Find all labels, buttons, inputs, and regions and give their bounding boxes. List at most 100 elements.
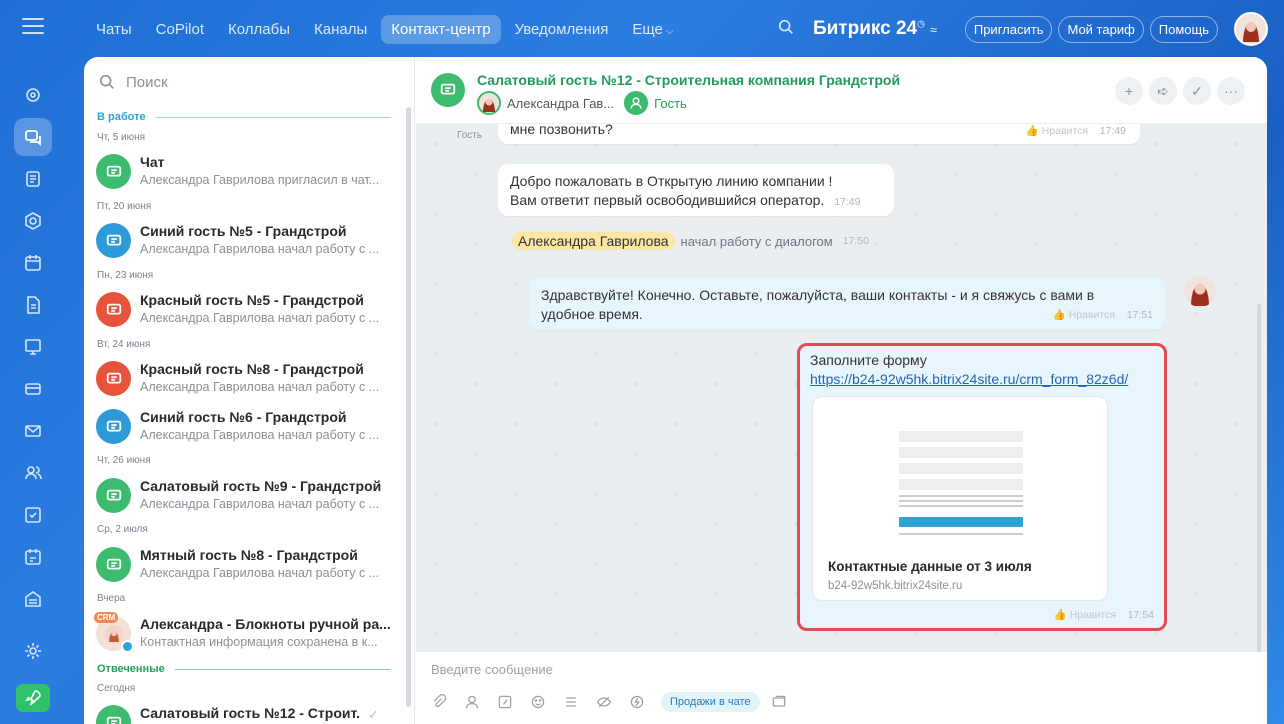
tab-contact-center[interactable]: Контакт-центр bbox=[381, 14, 501, 44]
form-icon[interactable] bbox=[496, 693, 514, 711]
like-label: Нравится bbox=[1041, 125, 1089, 137]
link-preview-card[interactable]: Контактные данные от 3 июля b24-92w5hk.b… bbox=[812, 396, 1108, 601]
read-check-icon: ✓ bbox=[368, 707, 379, 722]
lightning-icon[interactable] bbox=[628, 693, 646, 711]
like-button[interactable]: 👍 Нравится bbox=[1054, 609, 1116, 621]
chat-avatar bbox=[96, 223, 131, 258]
chat-subtitle: Александра Гаврилова начал работу с ... bbox=[140, 497, 380, 511]
message-composer: Введите сообщение Продажи в чате bbox=[416, 652, 1267, 724]
message-bubble: Здравствуйте! Конечно. Оставьте, пожалуй… bbox=[529, 278, 1165, 330]
top-navigation: Чаты CoPilot Коллабы Каналы Контакт-цент… bbox=[86, 12, 1268, 46]
chat-scrollbar[interactable] bbox=[1257, 304, 1261, 652]
search-field[interactable]: Поиск bbox=[98, 73, 168, 91]
chat-list-item[interactable]: Мятный гость №8 - Грандстрой Александра … bbox=[96, 545, 396, 585]
section-in-work-label: В работе bbox=[97, 111, 146, 123]
emoji-icon[interactable] bbox=[529, 693, 547, 711]
chat-list-item[interactable]: Красный гость №5 - Грандстрой Александра… bbox=[96, 290, 396, 330]
booking-icon[interactable] bbox=[14, 538, 52, 576]
chat-list-item[interactable]: Красный гость №8 - Грандстрой Александра… bbox=[96, 359, 396, 399]
operator-name[interactable]: Александра Гав... bbox=[507, 96, 614, 111]
like-button[interactable]: 👍 Нравится bbox=[1026, 125, 1088, 137]
guest-avatar[interactable] bbox=[624, 91, 649, 115]
add-participant-icon[interactable]: + bbox=[1115, 77, 1143, 105]
employees-icon[interactable] bbox=[14, 454, 52, 492]
message-input[interactable]: Введите сообщение bbox=[431, 662, 553, 677]
clock-icon: ◷ bbox=[917, 18, 925, 29]
tab-notifications[interactable]: Уведомления bbox=[505, 15, 619, 44]
panel-icon[interactable] bbox=[770, 693, 788, 711]
chat-list-item[interactable]: CRM Александра - Блокноты ручной ра... К… bbox=[94, 612, 396, 654]
sales-in-chat-button[interactable]: Продажи в чате bbox=[661, 692, 760, 712]
like-button[interactable]: 👍 Нравится bbox=[1053, 309, 1115, 321]
date-label: Пн, 23 июня bbox=[97, 270, 154, 281]
chat-bubble-icon bbox=[106, 372, 121, 383]
chat-avatar bbox=[96, 361, 131, 396]
date-label: Чт, 26 июня bbox=[97, 455, 151, 466]
brand-logo[interactable]: Битрикс 24◷ ≈ bbox=[813, 18, 937, 40]
documents-icon[interactable] bbox=[14, 286, 52, 324]
hidden-message-icon[interactable] bbox=[595, 693, 613, 711]
crm-icon[interactable] bbox=[14, 202, 52, 240]
chat-title: Красный гость №8 - Грандстрой bbox=[140, 361, 364, 377]
sites-icon[interactable] bbox=[14, 328, 52, 366]
calendar-icon[interactable] bbox=[14, 244, 52, 282]
preview-url: b24-92w5hk.bitrix24site.ru bbox=[828, 580, 963, 592]
tasks-icon[interactable] bbox=[14, 496, 52, 534]
message-time: 17:50 bbox=[842, 235, 869, 247]
chat-list-item[interactable]: Салатовый гость №12 - Строит... ✓ bbox=[96, 703, 396, 724]
search-icon[interactable] bbox=[777, 18, 795, 41]
tab-collabs[interactable]: Коллабы bbox=[218, 15, 300, 44]
attach-icon[interactable] bbox=[430, 693, 448, 711]
settings-icon[interactable] bbox=[14, 632, 52, 670]
quick-answers-icon[interactable] bbox=[562, 693, 580, 711]
user-avatar[interactable] bbox=[1234, 12, 1268, 46]
chat-title: Мятный гость №8 - Грандстрой bbox=[140, 547, 358, 563]
tab-chats[interactable]: Чаты bbox=[86, 15, 142, 44]
main-panel: Поиск В работе Чт, 5 июня Чат Александра… bbox=[84, 57, 1267, 724]
tariff-button[interactable]: Мой тариф bbox=[1058, 15, 1144, 43]
chat-subtitle: Александра Гаврилова начал работу с ... bbox=[140, 242, 380, 256]
chat-list-item[interactable]: Чат Александра Гаврилова пригласил в чат… bbox=[96, 152, 396, 192]
operator-avatar[interactable] bbox=[1184, 275, 1216, 307]
message-time: 17:49 bbox=[834, 196, 861, 208]
invite-button[interactable]: Пригласить bbox=[964, 15, 1053, 43]
message-time: 17:51 bbox=[1126, 309, 1153, 321]
person-photo-icon bbox=[104, 624, 123, 643]
menu-icon[interactable] bbox=[22, 18, 44, 38]
sidebar-scrollbar[interactable] bbox=[406, 107, 411, 707]
store-icon[interactable] bbox=[14, 370, 52, 408]
feed-icon[interactable] bbox=[14, 160, 52, 198]
forward-icon[interactable]: ➪ bbox=[1149, 77, 1177, 105]
tab-channels[interactable]: Каналы bbox=[304, 15, 377, 44]
section-answered-label: Отвеченные bbox=[97, 663, 165, 675]
chat-list-item[interactable]: Синий гость №6 - Грандстрой Александра Г… bbox=[96, 407, 396, 447]
message-text: Заполните форму bbox=[810, 352, 927, 368]
chat-list-item[interactable]: Синий гость №5 - Грандстрой Александра Г… bbox=[96, 221, 396, 261]
rocket-icon[interactable] bbox=[16, 684, 50, 712]
chat-avatar bbox=[96, 154, 131, 189]
tab-copilot[interactable]: CoPilot bbox=[146, 15, 214, 44]
chat-subtitle: Александра Гаврилова пригласил в чат... bbox=[140, 173, 380, 187]
chat-title: Синий гость №6 - Грандстрой bbox=[140, 409, 347, 425]
guest-name[interactable]: Гость bbox=[654, 96, 687, 111]
more-icon[interactable]: ··· bbox=[1217, 77, 1245, 105]
warehouse-icon[interactable] bbox=[14, 580, 52, 618]
chat-list-item[interactable]: Салатовый гость №9 - Грандстрой Александ… bbox=[96, 476, 396, 516]
help-button[interactable]: Помощь bbox=[1149, 15, 1218, 43]
bitrix-gpt-icon[interactable] bbox=[14, 76, 52, 114]
contact-icon[interactable] bbox=[463, 693, 481, 711]
chat-bubble-icon bbox=[106, 234, 121, 245]
chat-header: Салатовый гость №12 - Строительная компа… bbox=[416, 57, 1267, 124]
operator-avatar[interactable] bbox=[477, 91, 501, 115]
chat-title[interactable]: Салатовый гость №12 - Строительная компа… bbox=[477, 72, 900, 88]
messenger-icon[interactable] bbox=[14, 118, 52, 156]
chat-avatar bbox=[96, 547, 131, 582]
mail-icon[interactable] bbox=[14, 412, 52, 450]
operator-mention[interactable]: Александра Гаврилова bbox=[512, 232, 675, 250]
finish-dialog-icon[interactable]: ✓ bbox=[1183, 77, 1211, 105]
form-link[interactable]: https://b24-92w5hk.bitrix24site.ru/crm_f… bbox=[810, 371, 1128, 387]
left-rail bbox=[0, 0, 66, 724]
chat-title: Александра - Блокноты ручной ра... bbox=[140, 616, 390, 632]
chat-list-sidebar: Поиск В работе Чт, 5 июня Чат Александра… bbox=[84, 57, 415, 724]
tab-more[interactable]: Еще ⌵ bbox=[622, 15, 683, 44]
